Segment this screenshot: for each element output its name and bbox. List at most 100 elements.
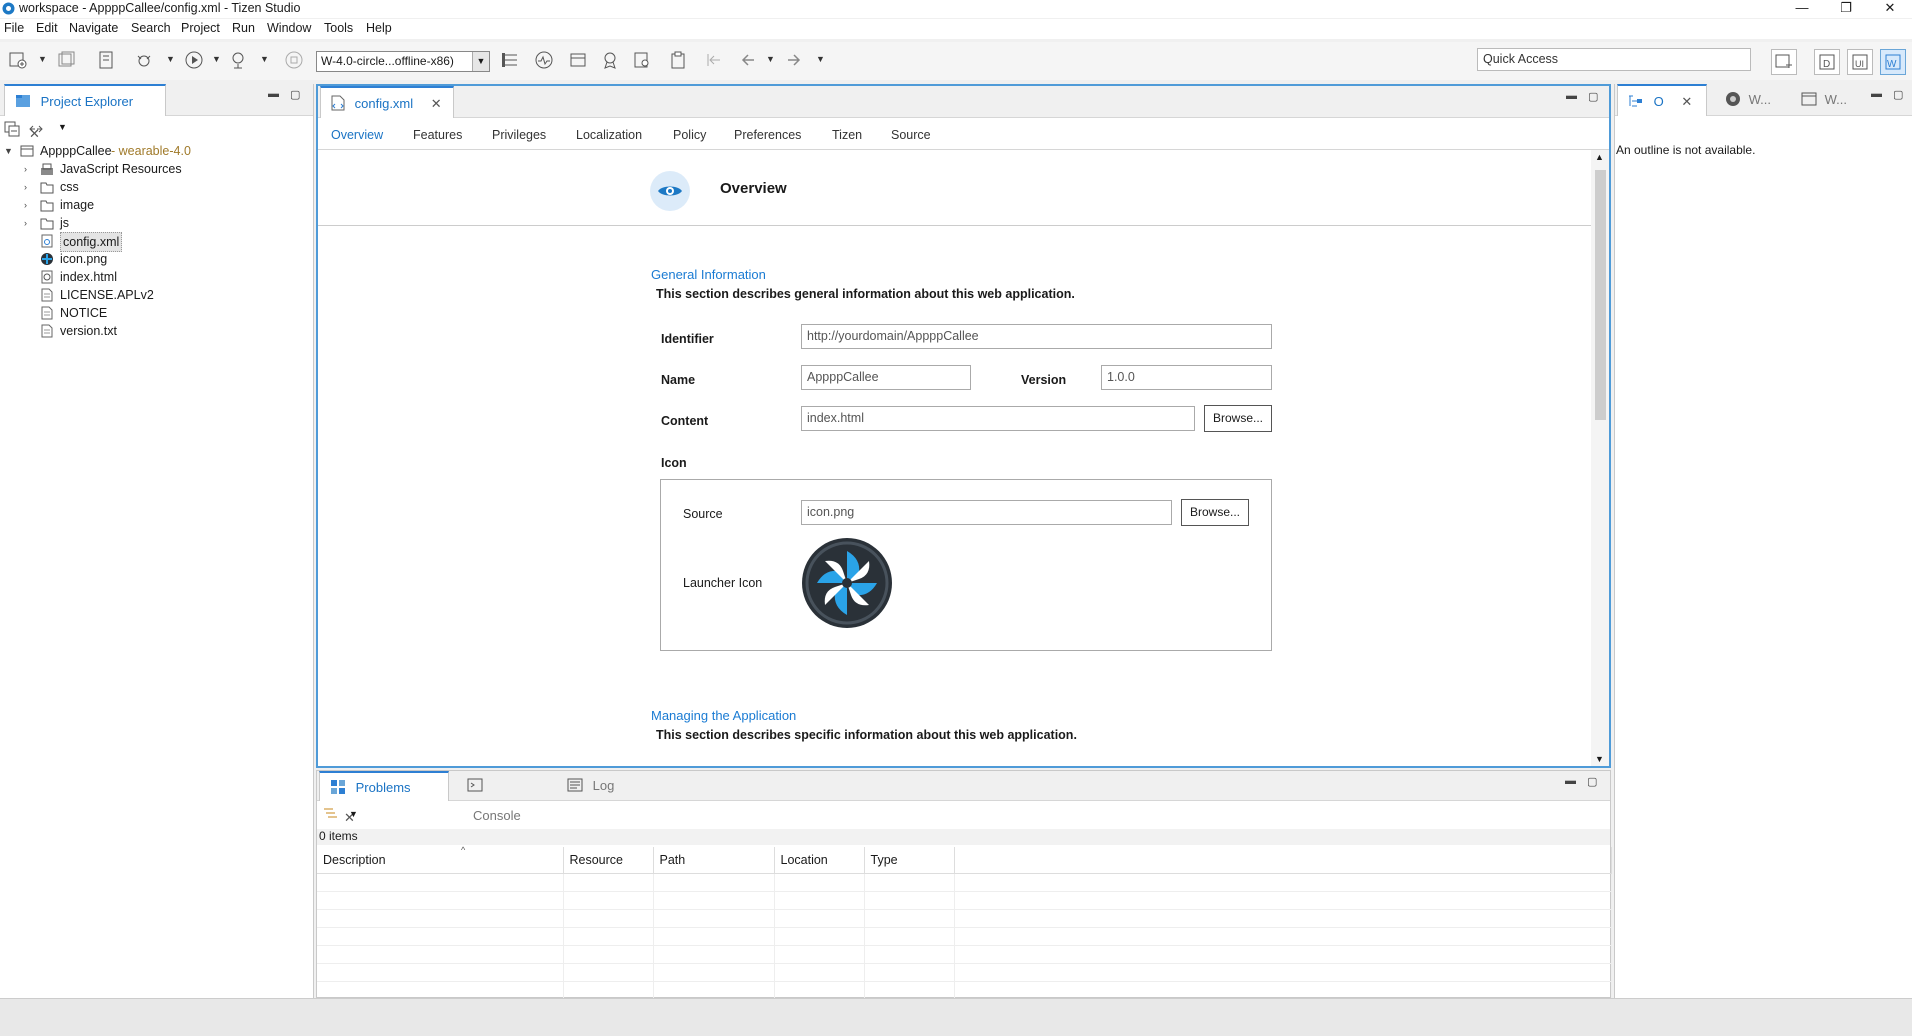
- profile-dropdown-icon[interactable]: ▼: [260, 54, 269, 64]
- back-dropdown-icon[interactable]: ▼: [766, 54, 775, 64]
- debug-icon[interactable]: [134, 50, 154, 70]
- filter-icon[interactable]: [323, 807, 339, 821]
- tab-tizen[interactable]: Tizen: [832, 128, 862, 142]
- tab-config-xml[interactable]: config.xml ✕: [320, 86, 454, 118]
- tab-source[interactable]: Source: [891, 128, 931, 142]
- scroll-thumb[interactable]: [1595, 170, 1606, 420]
- managing-app-title: Managing the Application: [651, 708, 797, 723]
- chevron-right-icon[interactable]: ›: [24, 196, 36, 214]
- maximize-view-icon[interactable]: ▢: [1587, 775, 1597, 788]
- text-file-icon: [41, 324, 53, 338]
- run-icon[interactable]: [184, 50, 204, 70]
- new-dropdown-icon[interactable]: ▼: [38, 54, 47, 64]
- search-file-icon[interactable]: [632, 50, 652, 70]
- tab-localization[interactable]: Localization: [576, 128, 642, 142]
- last-edit-icon[interactable]: [704, 50, 724, 70]
- col-description[interactable]: Description: [317, 847, 564, 874]
- tab-console[interactable]: Console: [457, 771, 547, 823]
- tab-web-preview[interactable]: W...: [1791, 84, 1861, 116]
- menu-search[interactable]: Search: [131, 21, 171, 35]
- open-perspective-button[interactable]: [1771, 49, 1797, 75]
- content-browse-button[interactable]: Browse...: [1204, 405, 1272, 432]
- menu-navigate[interactable]: Navigate: [69, 21, 118, 35]
- menu-edit[interactable]: Edit: [36, 21, 58, 35]
- emulator-manager-icon[interactable]: [568, 50, 588, 70]
- stop-icon[interactable]: [284, 50, 304, 70]
- minimize-view-icon[interactable]: ▬: [1871, 88, 1882, 100]
- view-menu-icon[interactable]: ▼: [349, 809, 358, 819]
- sort-ascending-icon: ^: [461, 845, 466, 855]
- minimize-button[interactable]: —: [1780, 0, 1824, 18]
- tab-web-inspector[interactable]: W...: [1715, 84, 1785, 116]
- view-menu-icon[interactable]: ▼: [58, 122, 67, 132]
- identifier-field[interactable]: http://yourdomain/AppppCallee: [801, 324, 1272, 349]
- config-tab-label: config.xml: [354, 96, 414, 111]
- scroll-up-icon[interactable]: ▲: [1595, 152, 1604, 162]
- status-bar: [0, 998, 1912, 1036]
- chevron-right-icon[interactable]: ›: [24, 160, 36, 178]
- tab-preferences[interactable]: Preferences: [734, 128, 801, 142]
- package-icon[interactable]: [96, 50, 116, 70]
- forward-dropdown-icon[interactable]: ▼: [816, 54, 825, 64]
- name-field[interactable]: AppppCallee: [801, 365, 971, 390]
- tab-problems[interactable]: Problems ✕: [319, 771, 449, 825]
- quick-access-input[interactable]: Quick Access: [1477, 48, 1751, 71]
- content-field[interactable]: index.html: [801, 406, 1195, 431]
- tab-features[interactable]: Features: [413, 128, 462, 142]
- editor-scrollbar[interactable]: ▲ ▼: [1591, 150, 1609, 766]
- chevron-right-icon[interactable]: ›: [24, 178, 36, 196]
- minimize-view-icon[interactable]: ▬: [1565, 775, 1576, 787]
- maximize-view-icon[interactable]: ▢: [1588, 90, 1598, 103]
- menu-file[interactable]: File: [4, 21, 24, 35]
- profile-icon[interactable]: [230, 50, 250, 70]
- tab-outline[interactable]: O ✕: [1617, 84, 1707, 116]
- version-field[interactable]: 1.0.0: [1101, 365, 1272, 390]
- chevron-down-icon[interactable]: ▼: [4, 142, 16, 160]
- menu-project[interactable]: Project: [181, 21, 220, 35]
- menu-run[interactable]: Run: [232, 21, 255, 35]
- problems-icon: [331, 780, 345, 794]
- table-row: [317, 927, 1612, 946]
- maximize-view-icon[interactable]: ▢: [1893, 88, 1903, 101]
- debug-dropdown-icon[interactable]: ▼: [166, 54, 175, 64]
- close-window-button[interactable]: ✕: [1868, 0, 1912, 18]
- close-icon[interactable]: ✕: [1681, 94, 1692, 109]
- target-device-select[interactable]: W-4.0-circle...offline-x86) ▼: [316, 51, 490, 72]
- tab-policy[interactable]: Policy: [673, 128, 706, 142]
- minimize-view-icon[interactable]: ▬: [1566, 90, 1577, 102]
- tab-privileges[interactable]: Privileges: [492, 128, 546, 142]
- tab-overview[interactable]: Overview: [331, 128, 383, 142]
- restore-button[interactable]: ❐: [1824, 0, 1868, 18]
- menu-window[interactable]: Window: [267, 21, 311, 35]
- col-location[interactable]: Location: [774, 847, 865, 874]
- back-arrow-icon[interactable]: [738, 50, 758, 70]
- col-path[interactable]: Path: [653, 847, 775, 874]
- forward-arrow-icon[interactable]: [784, 50, 804, 70]
- device-manager-icon[interactable]: [500, 50, 520, 70]
- menu-help[interactable]: Help: [366, 21, 392, 35]
- maximize-view-icon[interactable]: ▢: [290, 88, 300, 101]
- certificate-icon[interactable]: [600, 50, 620, 70]
- col-resource[interactable]: Resource: [563, 847, 654, 874]
- perspective-web-button[interactable]: W: [1880, 49, 1906, 75]
- clipboard-icon[interactable]: [668, 50, 688, 70]
- icon-browse-button[interactable]: Browse...: [1181, 499, 1249, 526]
- perspective-debug-button[interactable]: D: [1814, 49, 1840, 75]
- menu-tools[interactable]: Tools: [324, 21, 353, 35]
- problems-count: 0 items: [317, 829, 1610, 845]
- chevron-right-icon[interactable]: ›: [24, 214, 36, 232]
- icon-source-field[interactable]: icon.png: [801, 500, 1172, 525]
- tab-log[interactable]: Log: [557, 771, 627, 801]
- run-dropdown-icon[interactable]: ▼: [212, 54, 221, 64]
- minimize-view-icon[interactable]: ▬: [268, 88, 279, 100]
- save-all-icon[interactable]: [56, 50, 76, 70]
- col-type[interactable]: Type: [864, 847, 955, 874]
- link-editor-icon[interactable]: [28, 121, 44, 137]
- tab-project-explorer[interactable]: Project Explorer ✕: [4, 84, 166, 141]
- scroll-down-icon[interactable]: ▼: [1595, 754, 1604, 764]
- collapse-all-icon[interactable]: [4, 121, 20, 137]
- dynamic-analyzer-icon[interactable]: [534, 50, 554, 70]
- new-icon[interactable]: [8, 50, 28, 70]
- perspective-native-ui-button[interactable]: UI: [1847, 49, 1873, 75]
- close-icon[interactable]: ✕: [431, 96, 442, 111]
